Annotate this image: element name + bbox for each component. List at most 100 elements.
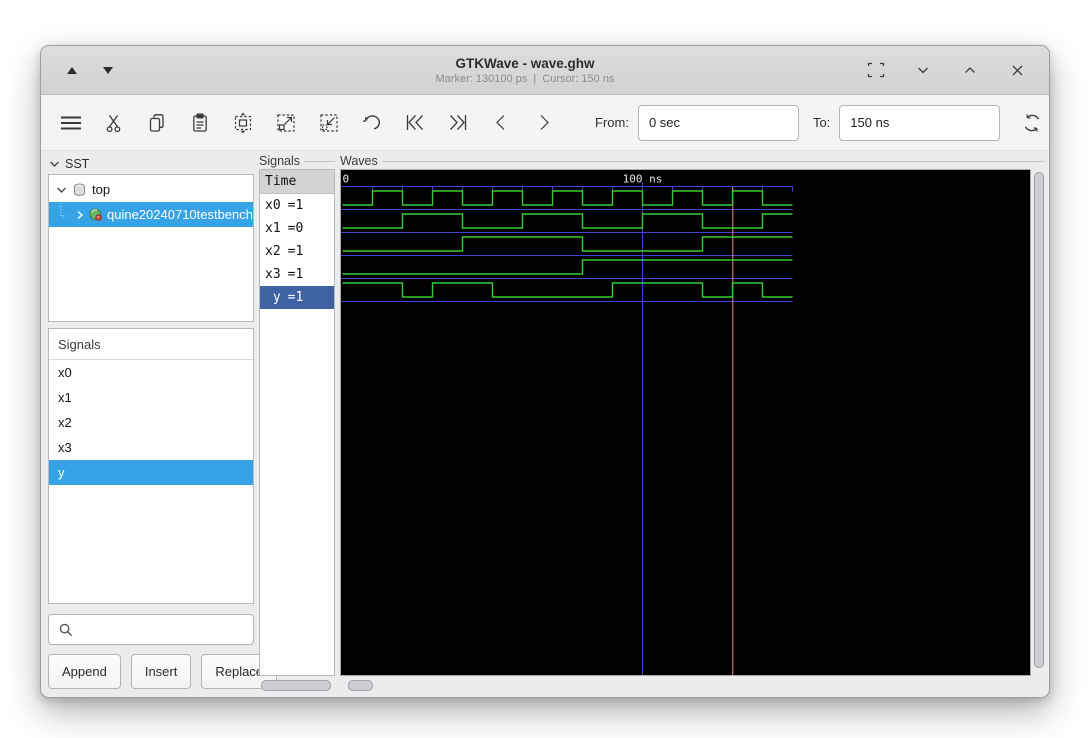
signal-list-item-y[interactable]: y [49,460,253,485]
sst-header[interactable]: SST [48,153,254,174]
signal-list-item-x3[interactable]: x3 [49,435,253,460]
from-input[interactable] [638,105,799,141]
close-button[interactable] [1007,60,1027,80]
waves-hscrollbar[interactable] [340,678,1045,691]
expander-right-icon [75,210,85,220]
signals-column: Signals Time x0 =1 x1 =0 x2 =1 x3=1 y =1 [259,153,335,691]
signal-search[interactable] [48,614,254,645]
main-area: SST top [41,151,1049,697]
signal-search-input[interactable] [80,614,260,645]
waves-vscrollbar[interactable] [1031,169,1045,676]
sst-header-label: SST [65,157,89,171]
zoom-fit-icon [231,111,255,135]
signal-name: x0 [265,198,281,213]
zoom-in-button[interactable] [272,107,299,139]
tree-item-top[interactable]: top [49,177,253,202]
signal-value: =1 [288,198,304,213]
menu-button[interactable] [57,107,84,139]
step-left-button[interactable] [487,107,514,139]
shift-down-button[interactable] [101,63,115,77]
sst-tree: top quine20240710testbench [48,174,254,322]
copy-button[interactable] [143,107,170,139]
signal-row-x3[interactable]: x3=1 [260,263,334,286]
expander-down-icon [49,159,60,169]
signal-name: y [58,465,65,480]
reload-button[interactable] [1018,107,1045,139]
scissors-icon [103,112,125,134]
copy-icon [146,112,168,134]
testbench-icon [89,208,103,222]
search-icon [57,621,74,638]
svg-text:0: 0 [343,173,350,186]
signal-row-y[interactable]: y =1 [260,286,334,309]
hamburger-menu-icon [59,112,83,134]
signal-name: x1 [265,221,281,236]
chevron-left-icon [490,111,512,135]
chevron-up-icon [962,62,978,78]
step-right-button[interactable] [530,107,557,139]
signal-row-x2[interactable]: x2 =1 [260,240,334,263]
sst-sidebar: SST top [48,153,254,691]
signal-value: =1 [288,244,304,259]
sst-signals-list: Signals x0 x1 x2 x3 y [48,328,254,604]
signal-list-item-x0[interactable]: x0 [49,360,253,385]
signals-value-list: Time x0 =1 x1 =0 x2 =1 x3=1 y =1 [259,169,335,676]
undo-button[interactable] [358,107,385,139]
waves-panel: Waves 0100 ns [340,153,1045,691]
from-label: From: [595,115,629,130]
zoom-fit-button[interactable] [229,107,256,139]
close-icon [1010,63,1025,78]
signal-name: x1 [58,390,72,405]
zoom-out-icon [317,111,341,135]
tree-item-label: top [92,182,110,197]
signal-list-item-x2[interactable]: x2 [49,410,253,435]
signals-list-header: Signals [49,329,253,360]
time-header[interactable]: Time [260,170,334,194]
undo-arrow-icon [360,111,384,135]
signal-name: y [265,290,281,305]
chevron-right-icon [533,111,555,135]
tree-guide-line [59,203,71,227]
signal-row-x1[interactable]: x1 =0 [260,217,334,240]
shift-up-button[interactable] [65,63,79,77]
to-input[interactable] [839,105,1000,141]
fit-window-icon [867,62,885,78]
chevron-down-icon [915,62,931,78]
minimize-button[interactable] [913,60,933,80]
signals-frame-label: Signals [259,154,300,168]
signal-name: x2 [58,415,72,430]
reload-icon [1020,111,1044,135]
expander-down-icon [56,185,67,195]
append-button[interactable]: Append [48,654,121,689]
skip-to-end-button[interactable] [444,107,471,139]
cut-button[interactable] [100,107,127,139]
to-label: To: [813,115,830,130]
clipboard-paste-icon [189,112,211,134]
signal-list-item-x1[interactable]: x1 [49,385,253,410]
signal-name: x3 [58,440,72,455]
signals-hscrollbar[interactable] [259,678,335,691]
insert-button[interactable]: Insert [131,654,192,689]
titlebar[interactable]: GTKWave - wave.ghw Marker: 130100 ps | C… [41,46,1049,95]
svg-text:100 ns: 100 ns [623,173,663,186]
signal-name: x3 [265,267,281,282]
signal-action-buttons: Append Insert Replace [48,654,254,689]
tree-item-testbench[interactable]: quine20240710testbench [49,202,253,227]
paste-button[interactable] [186,107,213,139]
zoom-out-button[interactable] [315,107,342,139]
waveform-svg[interactable]: 0 100 ns [341,170,1031,676]
tree-item-label: quine20240710testbench [107,207,253,222]
signal-name: x2 [265,244,281,259]
signal-value: =0 [288,221,304,236]
triangle-up-icon [67,67,77,74]
skip-to-start-button[interactable] [401,107,428,139]
fit-window-button[interactable] [866,60,886,80]
maximize-button[interactable] [960,60,980,80]
signal-row-x0[interactable]: x0 =1 [260,194,334,217]
skip-to-end-icon [446,111,470,135]
waveform-canvas[interactable]: 0 100 ns [340,169,1031,676]
waves-vscrollbar-thumb[interactable] [1034,172,1044,668]
signal-value: =1 [288,290,304,305]
signals-hscrollbar-thumb[interactable] [261,680,331,691]
waves-hscrollbar-thumb[interactable] [348,680,373,691]
